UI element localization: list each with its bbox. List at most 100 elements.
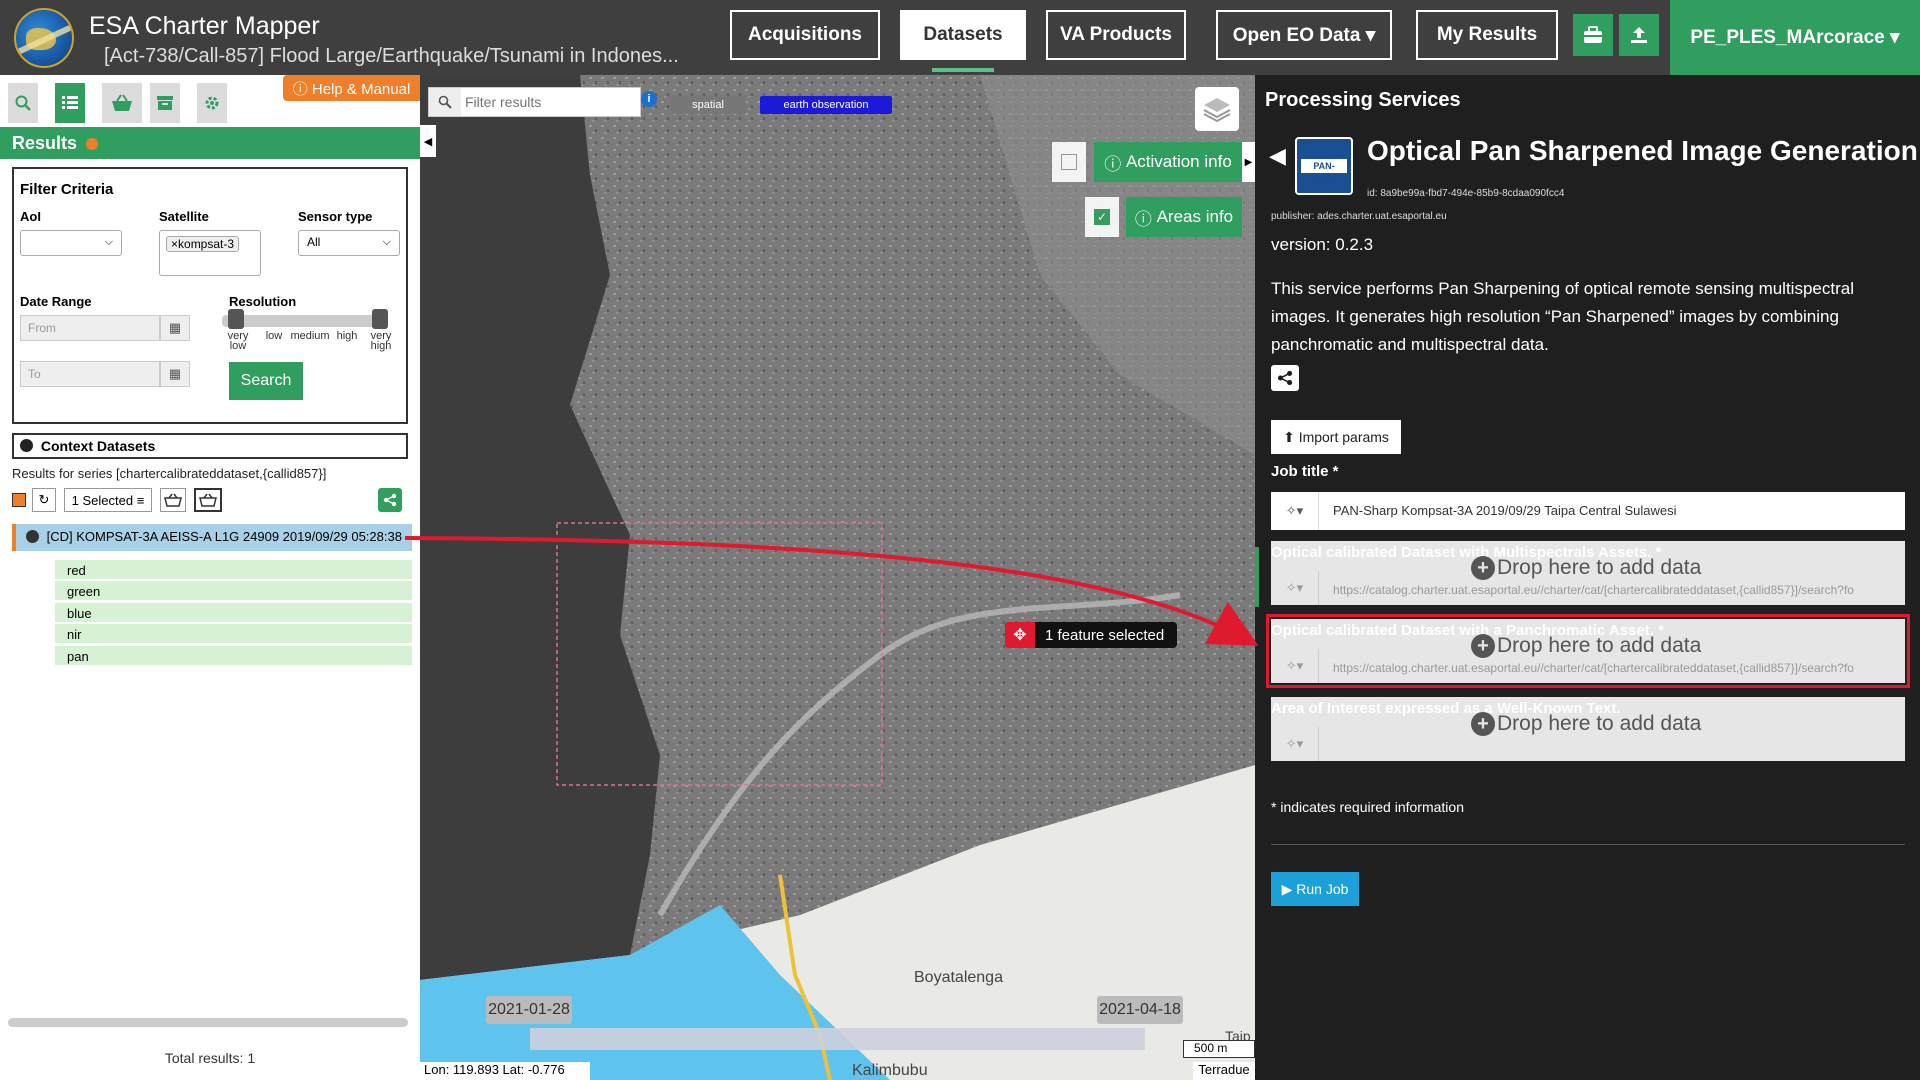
tag-earth-observation[interactable]: earth observation xyxy=(760,96,892,114)
satellite-tag[interactable]: ×kompsat-3 xyxy=(166,236,240,252)
tab-my-results[interactable]: My Results xyxy=(1416,10,1558,60)
settings-tab-icon[interactable] xyxy=(197,83,227,123)
collapse-left-panel-button[interactable]: ◀ xyxy=(420,125,436,157)
map-view[interactable]: Boyatalenga Kalimbubu Taip ◀ i spatial e… xyxy=(420,75,1255,1080)
info-icon xyxy=(20,439,33,452)
timeline-end-date: 2021-04-18 xyxy=(1097,996,1183,1024)
import-params-label: Import params xyxy=(1298,429,1389,445)
tab-open-eo-data[interactable]: Open EO Data ▾ xyxy=(1216,10,1392,60)
drop-zone[interactable]: + Drop here to add data xyxy=(1471,556,1701,580)
asset-item[interactable]: red xyxy=(55,560,412,580)
calendar-icon[interactable]: ▦ xyxy=(160,361,190,387)
magic-wand-icon[interactable]: ✧▾ xyxy=(1271,492,1319,530)
place-label: Kalimbubu xyxy=(852,1062,928,1079)
run-job-button[interactable]: ▶ Run Job xyxy=(1271,872,1359,906)
drop-label: Drop here to add data xyxy=(1497,556,1702,579)
resolution-slider-min-handle[interactable] xyxy=(228,309,244,329)
basket-tab-icon[interactable] xyxy=(102,83,142,123)
tag-spatial[interactable]: spatial xyxy=(670,96,746,114)
aoi-label: AoI xyxy=(20,209,41,224)
layers-icon[interactable] xyxy=(1195,87,1239,131)
resolution-label: Resolution xyxy=(229,294,297,309)
drop-label: Drop here to add data xyxy=(1497,712,1702,735)
globe-icon xyxy=(26,530,39,543)
date-to-input[interactable]: To xyxy=(20,361,160,387)
asset-item[interactable]: pan xyxy=(55,646,412,666)
drop-zone[interactable]: + Drop here to add data xyxy=(1471,634,1701,658)
tab-acquisitions[interactable]: Acquisitions xyxy=(730,10,880,60)
resolution-tick-label: very low xyxy=(227,330,249,352)
areas-info-checkbox[interactable]: ✓ xyxy=(1085,197,1119,237)
share-icon[interactable] xyxy=(1271,365,1299,391)
activation-info-label: Activation info xyxy=(1125,152,1232,171)
tab-va-products[interactable]: VA Products xyxy=(1046,10,1186,60)
chevron-down-icon: ⌵ xyxy=(382,236,391,248)
job-title-input[interactable]: ✧▾ PAN-Sharp Kompsat-3A 2019/09/29 Taipa… xyxy=(1271,492,1905,530)
filter-results-box xyxy=(428,87,641,117)
filter-results-input[interactable] xyxy=(465,91,635,113)
magic-wand-icon[interactable]: ✧▾ xyxy=(1271,571,1319,605)
areas-info-label: Areas info xyxy=(1156,207,1234,226)
tab-datasets[interactable]: Datasets xyxy=(900,10,1026,72)
asset-item[interactable]: green xyxy=(55,581,412,601)
search-icon xyxy=(429,88,461,116)
search-button[interactable]: Search xyxy=(229,362,303,400)
calendar-icon[interactable]: ▦ xyxy=(160,315,190,341)
activation-info-checkbox[interactable] xyxy=(1052,142,1086,182)
help-manual-button[interactable]: ⓘ Help & Manual xyxy=(283,75,420,101)
add-to-basket-icon[interactable] xyxy=(160,488,186,512)
satellite-label: Satellite xyxy=(159,209,209,224)
date-from-input[interactable]: From xyxy=(20,315,160,341)
timeline-bar[interactable] xyxy=(530,1028,1145,1050)
magic-wand-icon[interactable]: ✧▾ xyxy=(1271,649,1319,683)
basket-selected-icon[interactable] xyxy=(194,488,222,512)
multispectral-dataset-field[interactable]: Optical calibrated Dataset with Multispe… xyxy=(1271,541,1905,605)
results-list-icon[interactable] xyxy=(55,83,85,123)
feature-selected-label: 1 feature selected xyxy=(1045,626,1165,644)
processing-services-panel: Processing Services ◀ PAN-Sharp Optical … xyxy=(1255,75,1920,1080)
expand-right-icon[interactable]: ▶ xyxy=(1242,142,1255,182)
feature-selected-badge[interactable]: ✥ 1 feature selected xyxy=(1005,622,1177,648)
resolution-slider[interactable] xyxy=(222,315,382,327)
area-of-interest-field[interactable]: Area of Interest expressed as a Well-Kno… xyxy=(1271,697,1905,761)
import-params-button[interactable]: ⬆ Import params xyxy=(1271,420,1401,454)
back-chevron-icon[interactable]: ◀ xyxy=(1269,143,1286,169)
satellite-multiselect[interactable]: ×kompsat-3 xyxy=(159,230,261,276)
result-item[interactable]: [CD] KOMPSAT-3A AEISS-A L1G 24909 2019/0… xyxy=(12,524,412,551)
asset-item[interactable]: blue xyxy=(55,603,412,623)
archive-tab-icon[interactable] xyxy=(150,83,180,123)
job-title-label: Job title * xyxy=(1271,463,1339,480)
panchromatic-dataset-field[interactable]: Optical calibrated Dataset with a Panchr… xyxy=(1266,614,1910,688)
aoi-select[interactable]: ⌵ xyxy=(20,230,122,256)
asset-item[interactable]: nir xyxy=(55,624,412,644)
sensor-type-value: All xyxy=(307,235,321,249)
horizontal-scrollbar[interactable] xyxy=(8,1018,408,1027)
map-attribution: Terradue xyxy=(1193,1062,1255,1080)
selected-dropdown[interactable]: 1 Selected ≡ xyxy=(64,488,152,512)
select-all-checkbox[interactable] xyxy=(12,493,26,507)
context-datasets-box[interactable]: Context Datasets xyxy=(12,433,408,459)
results-header: Results xyxy=(0,127,420,159)
left-panel: ⓘ Help & Manual Results Filter Criteria … xyxy=(0,75,420,1080)
required-note: * indicates required information xyxy=(1271,799,1464,815)
refresh-icon[interactable]: ↻ xyxy=(32,488,56,512)
resolution-slider-max-handle[interactable] xyxy=(372,309,388,329)
job-title-value: PAN-Sharp Kompsat-3A 2019/09/29 Taipa Ce… xyxy=(1333,503,1677,518)
drop-zone[interactable]: + Drop here to add data xyxy=(1471,712,1701,736)
user-menu[interactable]: PE_PLES_MArcorace ▾ xyxy=(1670,0,1920,75)
briefcase-icon[interactable] xyxy=(1573,14,1613,56)
search-tab-icon[interactable] xyxy=(8,83,38,123)
app-logo-icon[interactable] xyxy=(14,8,74,68)
areas-info-button[interactable]: ⓘ Areas info xyxy=(1126,197,1242,237)
upload-icon[interactable] xyxy=(1619,14,1659,56)
plus-circle-icon: + xyxy=(1471,556,1495,580)
help-icon[interactable] xyxy=(86,138,99,151)
context-datasets-label: Context Datasets xyxy=(40,438,156,454)
magic-wand-icon[interactable]: ✧▾ xyxy=(1271,727,1319,761)
filter-title: Filter Criteria xyxy=(20,181,114,198)
plus-circle-icon: + xyxy=(1471,634,1495,658)
sensor-type-select[interactable]: All ⌵ xyxy=(298,230,400,256)
info-icon[interactable]: i xyxy=(641,91,657,107)
activation-info-button[interactable]: ⓘ Activation info xyxy=(1094,142,1242,182)
share-icon[interactable] xyxy=(378,488,402,512)
